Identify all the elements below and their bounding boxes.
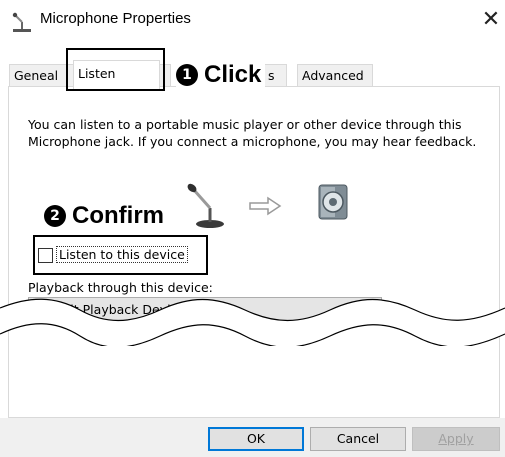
close-button[interactable]: ✕ [478,6,504,34]
tab-enhancements[interactable]: s [263,64,287,87]
highlight-box-checkbox [33,235,208,275]
cancel-button[interactable]: Cancel [310,427,406,451]
microphone-icon [12,12,31,32]
apply-button[interactable]: Apply [412,427,500,451]
tab-general[interactable]: Geneal [9,64,74,87]
step2-text: Confirm [72,202,164,229]
page-tear-divider [0,298,505,346]
window-title: Microphone Properties [40,10,191,27]
microphone-properties-dialog: Microphone Properties ✕ Geneal Listen Le… [0,0,505,457]
highlight-box-listen-tab [66,48,165,91]
microphone-icon [187,183,224,228]
title-bar: Microphone Properties ✕ [0,0,505,44]
arrow-right-icon [249,196,282,216]
ok-button[interactable]: OK [208,427,304,451]
tab-advanced[interactable]: Advanced [297,64,373,87]
step1-text: Click [204,61,262,88]
step1-badge: 1 [176,64,198,86]
step1-callout: 1 Click [176,59,266,91]
step2-badge: 2 [44,205,66,227]
listen-description: You can listen to a portable music playe… [28,117,477,149]
speaker-icon [318,184,348,220]
step2-callout: 2 Confirm [44,200,168,232]
playback-device-label: Playback through this device: [28,280,213,295]
